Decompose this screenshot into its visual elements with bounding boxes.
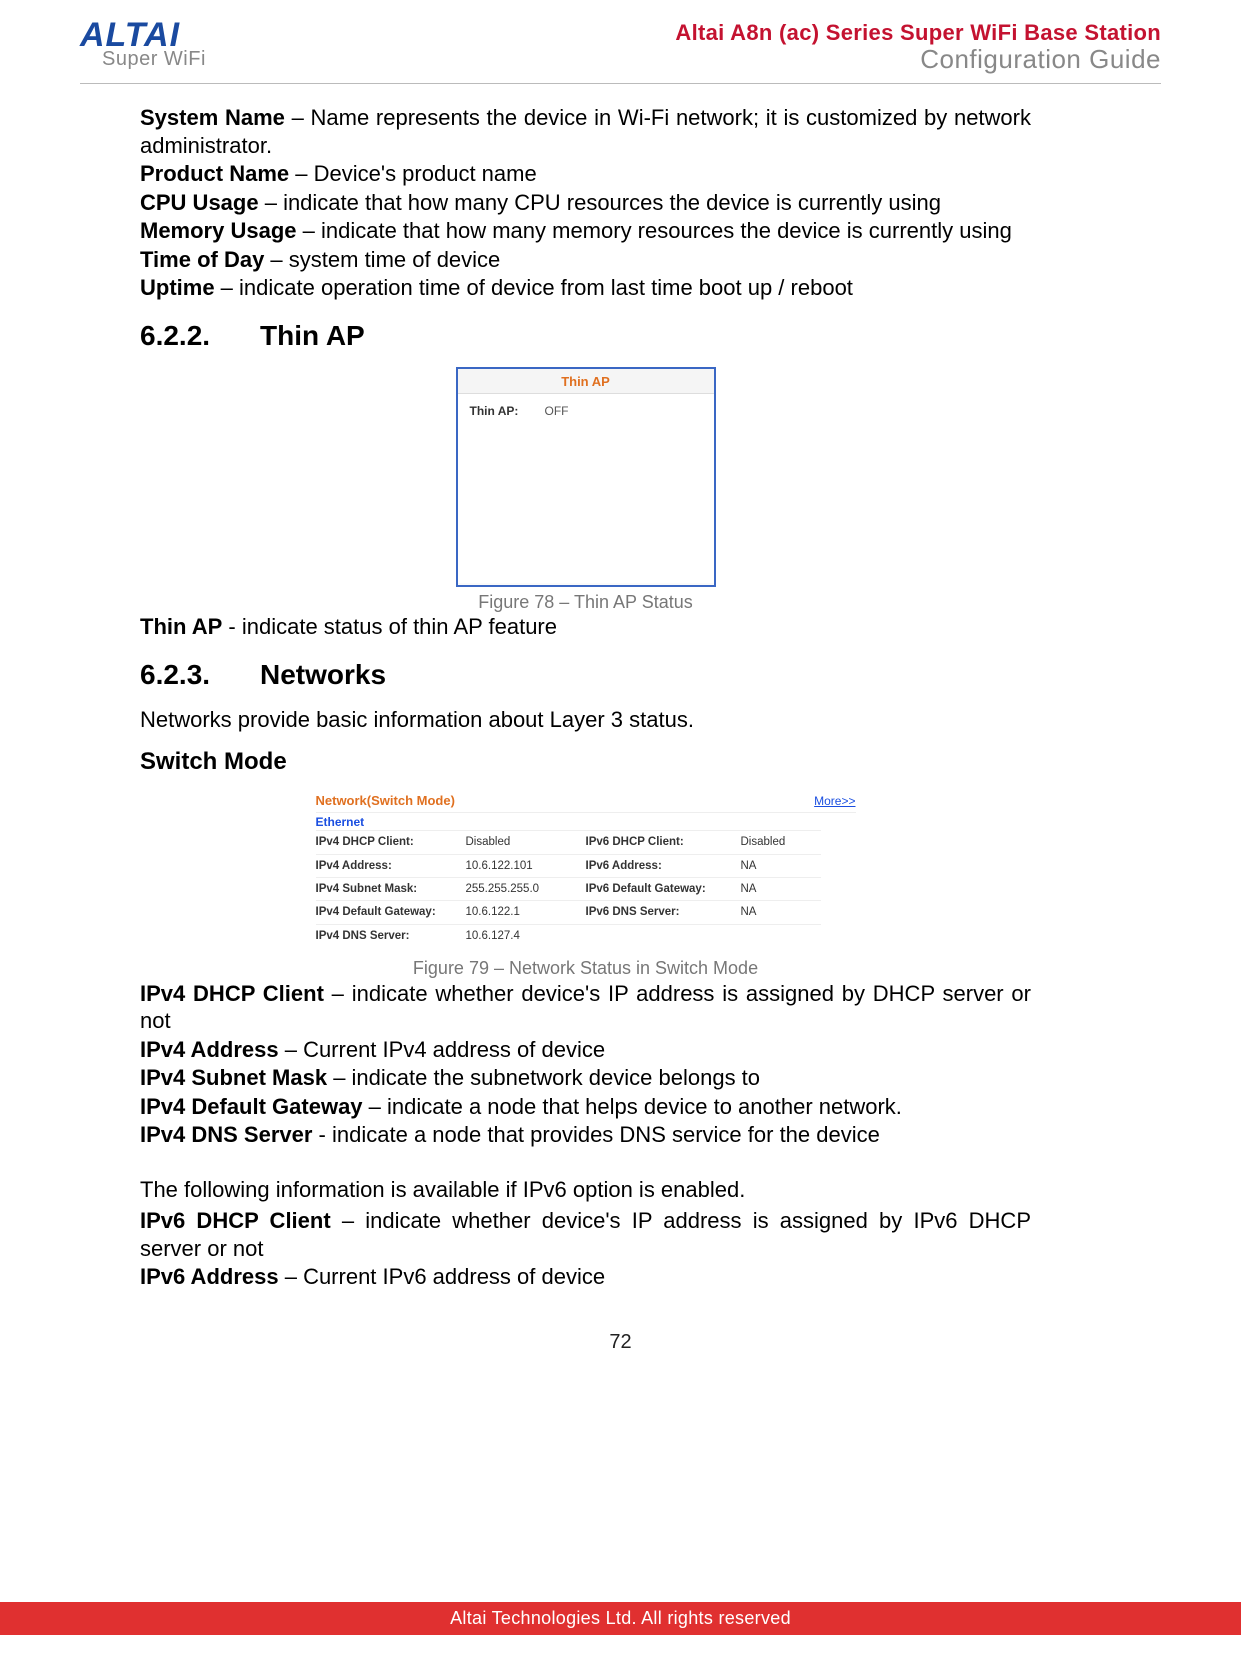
- page-header: ALTAI Super WiFi Altai A8n (ac) Series S…: [80, 20, 1161, 84]
- footer-bar: Altai Technologies Ltd. All rights reser…: [0, 1602, 1241, 1635]
- thin-ap-panel: Thin AP Thin AP: OFF: [456, 367, 716, 587]
- doc-title-line2: Configuration Guide: [675, 44, 1161, 75]
- ipv6-address-label: IPv6 Address:: [586, 854, 741, 877]
- figure-79-wrap: Network(Switch Mode) More>> Ethernet IPv…: [140, 789, 1031, 980]
- ipv6-gateway-value: NA: [741, 877, 821, 900]
- def-ipv6-address: IPv6 Address – Current IPv6 address of d…: [140, 1263, 1031, 1291]
- def-ipv4-address: IPv4 Address – Current IPv4 address of d…: [140, 1036, 1031, 1064]
- ipv4-dns-value: 10.6.127.4: [466, 924, 586, 947]
- ipv6-dns-label: IPv6 DNS Server:: [586, 900, 741, 923]
- heading-switch-mode: Switch Mode: [140, 747, 1031, 777]
- ethernet-subheading: Ethernet: [316, 812, 856, 830]
- ipv4-address-value: 10.6.122.101: [466, 854, 586, 877]
- ipv6-dhcp-client-label: IPv6 DHCP Client:: [586, 830, 741, 853]
- def-system-name: System Name – Name represents the device…: [140, 104, 1031, 159]
- def-thin-ap: Thin AP - indicate status of thin AP fea…: [140, 613, 1031, 641]
- ipv4-subnet-value: 255.255.255.0: [466, 877, 586, 900]
- def-memory-usage: Memory Usage – indicate that how many me…: [140, 217, 1031, 245]
- network-grid: IPv4 DHCP Client: Disabled IPv6 DHCP Cli…: [316, 830, 856, 947]
- figure-78-wrap: Thin AP Thin AP: OFF Figure 78 – Thin AP…: [140, 367, 1031, 614]
- thin-ap-panel-heading: Thin AP: [458, 369, 714, 393]
- doc-title-line1: Altai A8n (ac) Series Super WiFi Base St…: [675, 20, 1161, 46]
- ipv6-dns-value: NA: [741, 900, 821, 923]
- def-ipv6-dhcp-client: IPv6 DHCP Client – indicate whether devi…: [140, 1207, 1031, 1262]
- header-titles: Altai A8n (ac) Series Super WiFi Base St…: [675, 20, 1161, 75]
- def-ipv4-gateway: IPv4 Default Gateway – indicate a node t…: [140, 1093, 1031, 1121]
- ipv4-dhcp-client-value: Disabled: [466, 830, 586, 853]
- logo: ALTAI Super WiFi: [80, 20, 206, 71]
- network-panel-heading: Network(Switch Mode): [316, 793, 455, 809]
- figure-78-caption: Figure 78 – Thin AP Status: [140, 591, 1031, 614]
- heading-6-2-3: 6.2.3.Networks: [140, 657, 1031, 692]
- thin-ap-row: Thin AP: OFF: [470, 404, 702, 419]
- ipv4-gateway-value: 10.6.122.1: [466, 900, 586, 923]
- ipv4-subnet-label: IPv4 Subnet Mask:: [316, 877, 466, 900]
- ipv4-address-label: IPv4 Address:: [316, 854, 466, 877]
- ipv4-gateway-label: IPv4 Default Gateway:: [316, 900, 466, 923]
- page-number: 72: [80, 1331, 1161, 1354]
- def-ipv4-dhcp-client: IPv4 DHCP Client – indicate whether devi…: [140, 980, 1031, 1035]
- heading-6-2-2: 6.2.2.Thin AP: [140, 318, 1031, 353]
- networks-intro: Networks provide basic information about…: [140, 706, 1031, 734]
- definitions-block-2: IPv4 DHCP Client – indicate whether devi…: [140, 980, 1031, 1149]
- ipv6-gateway-label: IPv6 Default Gateway:: [586, 877, 741, 900]
- more-link[interactable]: More>>: [814, 794, 855, 809]
- def-time-of-day: Time of Day – system time of device: [140, 246, 1031, 274]
- def-ipv4-dns: IPv4 DNS Server - indicate a node that p…: [140, 1121, 1031, 1149]
- definitions-block-1: System Name – Name represents the device…: [140, 104, 1031, 302]
- ipv4-dns-label: IPv4 DNS Server:: [316, 924, 466, 947]
- def-product-name: Product Name – Device's product name: [140, 160, 1031, 188]
- def-cpu-usage: CPU Usage – indicate that how many CPU r…: [140, 189, 1031, 217]
- ipv6-address-value: NA: [741, 854, 821, 877]
- def-ipv4-subnet: IPv4 Subnet Mask – indicate the subnetwo…: [140, 1064, 1031, 1092]
- logo-main: ALTAI: [80, 20, 206, 51]
- network-panel: Network(Switch Mode) More>> Ethernet IPv…: [306, 789, 866, 953]
- def-uptime: Uptime – indicate operation time of devi…: [140, 274, 1031, 302]
- logo-sub: Super WiFi: [102, 48, 206, 71]
- thin-ap-label: Thin AP:: [470, 404, 545, 419]
- figure-79-caption: Figure 79 – Network Status in Switch Mod…: [140, 957, 1031, 980]
- ipv4-dhcp-client-label: IPv4 DHCP Client:: [316, 830, 466, 853]
- ipv6-dhcp-client-value: Disabled: [741, 830, 821, 853]
- definitions-block-3: IPv6 DHCP Client – indicate whether devi…: [140, 1207, 1031, 1291]
- ipv6-intro: The following information is available i…: [140, 1176, 1031, 1204]
- thin-ap-value: OFF: [545, 404, 569, 419]
